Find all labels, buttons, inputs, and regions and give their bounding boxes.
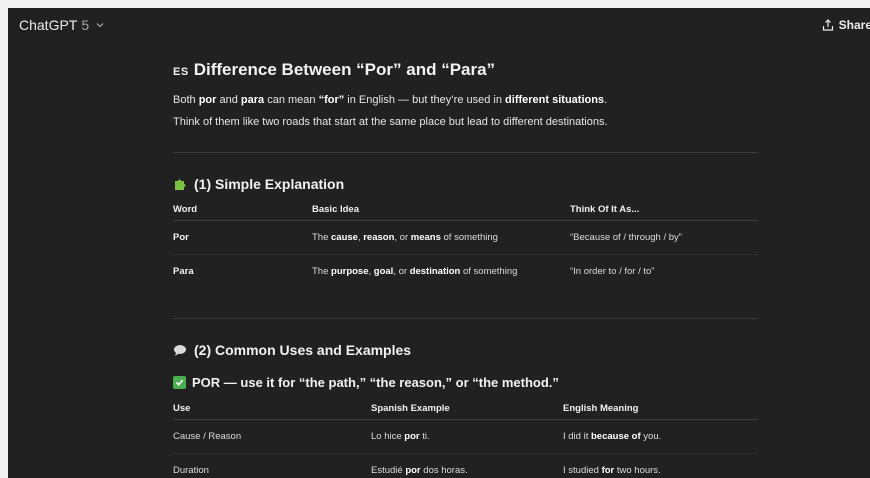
idea-cell: The purpose, goal, or destination of som… [312, 254, 570, 288]
text-run: . [604, 94, 608, 106]
think-cell: “Because of / through / by” [570, 220, 758, 255]
column-header: Basic Idea [312, 200, 570, 221]
table-row: Por The cause, reason, or means of somet… [173, 220, 758, 255]
bold-text: goal [373, 265, 394, 277]
table-header-row: Word Basic Idea Think Of It As... [173, 200, 758, 221]
chevron-down-icon [96, 23, 104, 28]
por-examples-table: Use Spanish Example English Meaning Caus… [173, 399, 758, 478]
english-cell: I did it because of you. [563, 419, 758, 454]
section-1-heading: (1) Simple Explanation [173, 176, 344, 192]
por-subheading: POR — use it for “the path,” “the reason… [173, 375, 559, 390]
model-name: ChatGPT [19, 17, 78, 33]
flag-es-icon: ES [173, 66, 189, 78]
spanish-cell: Lo hice por ti. [371, 419, 563, 454]
model-version: 5 [81, 17, 90, 33]
table-row: Duration Estudié por dos horas. I studie… [173, 453, 758, 478]
check-box-icon [173, 376, 186, 389]
share-button[interactable]: Share [822, 18, 870, 32]
model-selector-button[interactable]: ChatGPT 5 [19, 17, 105, 33]
text-run: can mean [264, 94, 319, 106]
word-cell: Para [173, 265, 194, 277]
column-header: Use [173, 399, 371, 420]
column-header: Think Of It As... [570, 200, 758, 221]
use-cell: Cause / Reason [173, 419, 371, 454]
intro-line-1: Both por and para can mean “for” in Engl… [173, 94, 607, 106]
english-cell: I studied for two hours. [563, 453, 758, 478]
bold-text: por [405, 464, 421, 476]
text-run: two hours. [614, 464, 661, 476]
puzzle-icon [175, 179, 186, 190]
table-row: Cause / Reason Lo hice por ti. I did it … [173, 419, 758, 454]
bold-text: because of [591, 430, 641, 442]
text-run: Both [173, 94, 199, 106]
text-run: you. [640, 430, 662, 442]
por-subtitle: POR — use it for “the path,” “the reason… [192, 375, 559, 390]
spanish-cell: Estudié por dos horas. [371, 453, 563, 478]
word-cell: Por [173, 220, 312, 255]
bold-text: for [601, 464, 615, 476]
think-cell: “In order to / for / to” [570, 265, 655, 277]
column-header: Word [173, 200, 312, 221]
bold-text: por [404, 430, 420, 442]
section-1-title: (1) Simple Explanation [194, 176, 345, 192]
bold-text: cause [331, 231, 358, 243]
text-run: Lo hice [371, 430, 405, 442]
bold-text: purpose [331, 265, 369, 277]
text-run: I studied [563, 464, 602, 476]
text-run: The [312, 265, 332, 277]
text-run: and [216, 94, 241, 106]
explanation-table: Word Basic Idea Think Of It As... Por Th… [173, 200, 758, 288]
table-row: Para The purpose, goal, or destination o… [173, 254, 758, 288]
bold-text: reason [363, 231, 395, 243]
chat-window: ChatGPT 5 Share ES Difference Between “Po… [8, 8, 870, 478]
page-title: ES Difference Between “Por” and “Para” [173, 60, 495, 80]
text-run: ti. [419, 430, 430, 442]
text-run: , or [394, 231, 411, 243]
text-run: of something [460, 265, 518, 277]
column-header: Spanish Example [371, 399, 563, 420]
idea-cell: The cause, reason, or means of something [312, 220, 570, 255]
section-2-title: (2) Common Uses and Examples [194, 342, 412, 358]
text-run: Estudié [371, 464, 406, 476]
divider [173, 318, 758, 319]
text-run: of something [440, 231, 498, 243]
title-text: Difference Between “Por” and “Para” [193, 60, 496, 79]
text-run: I did it [563, 430, 591, 442]
share-icon [822, 19, 833, 31]
bold-text: para [240, 94, 265, 106]
column-header: English Meaning [563, 399, 758, 420]
top-bar: ChatGPT 5 Share [8, 8, 870, 42]
bold-text: different situations [505, 94, 605, 106]
bold-text: por [198, 94, 217, 106]
bold-text: means [410, 231, 441, 243]
text-run: , or [393, 265, 410, 277]
intro-line-2: Think of them like two roads that start … [173, 116, 608, 128]
bold-text: “for” [318, 94, 345, 106]
text-run: The [312, 231, 332, 243]
divider [173, 152, 758, 153]
share-label: Share [838, 18, 870, 32]
bold-text: destination [409, 265, 461, 277]
speech-bubble-icon [174, 345, 186, 356]
section-2-heading: (2) Common Uses and Examples [173, 342, 411, 358]
text-run: in English — but they’re used in [344, 94, 506, 106]
use-cell: Duration [173, 464, 209, 476]
table-header-row: Use Spanish Example English Meaning [173, 399, 758, 420]
text-run: dos horas. [420, 464, 468, 476]
